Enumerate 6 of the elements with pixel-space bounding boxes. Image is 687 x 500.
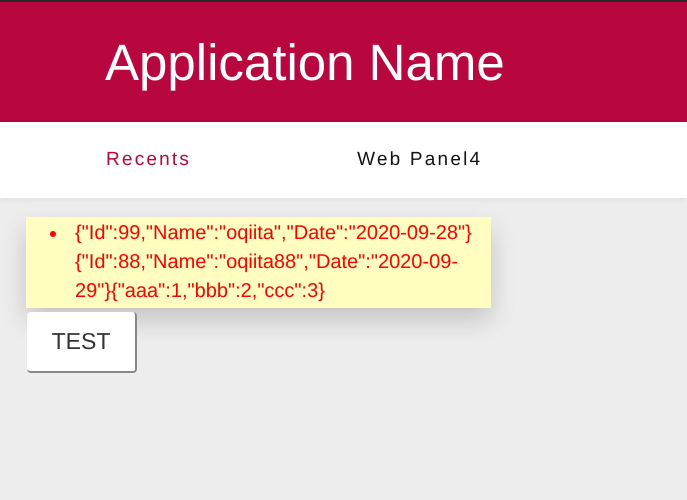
- app-title: Application Name: [105, 32, 505, 92]
- tab[interactable]: Recents: [106, 149, 192, 171]
- bullet-icon: [50, 231, 56, 237]
- list-item-text: {"Id":99,"Name":"oqiita","Date":"2020-09-28"}{"Id":88,"Name":"oqiita88","Date":"2020-09-29"}{"aaa":1,"bbb":2,"ccc":3}: [75, 221, 473, 304]
- test-button[interactable]: TEST: [27, 312, 137, 373]
- tab[interactable]: Web Panel4: [357, 149, 482, 171]
